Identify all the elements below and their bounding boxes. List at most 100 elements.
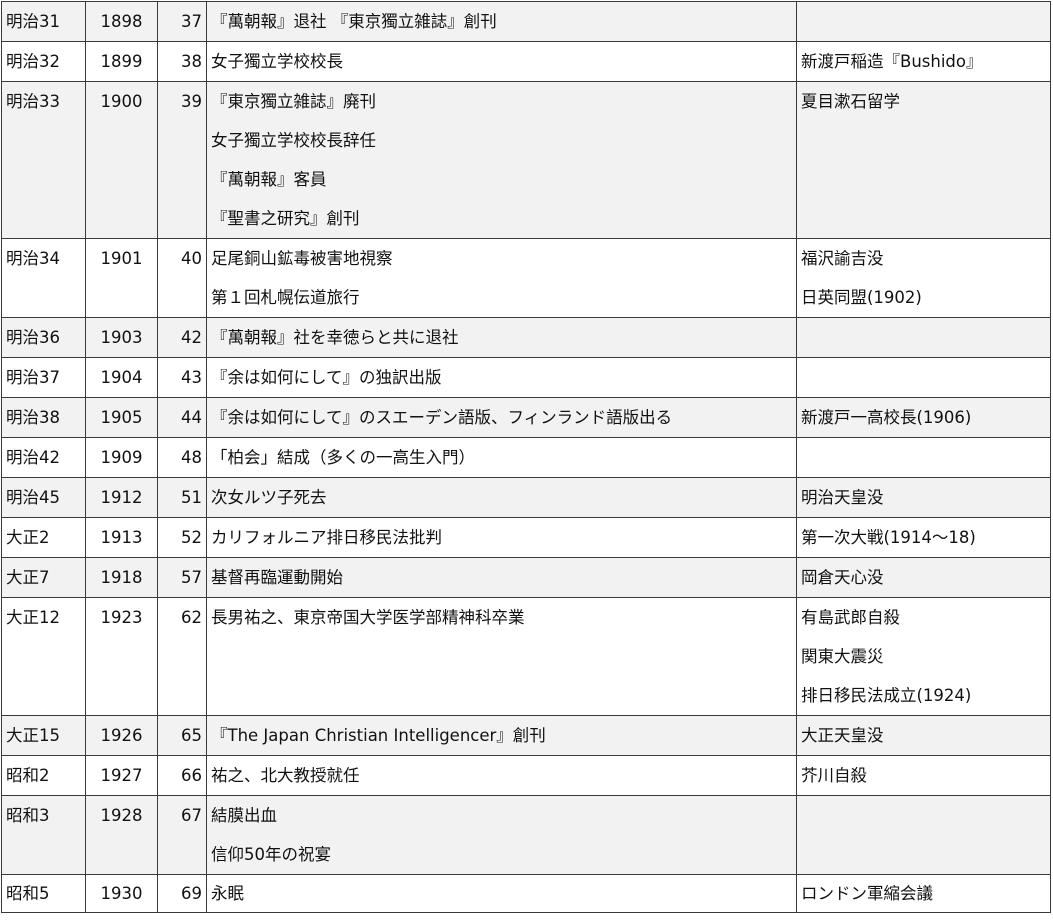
age-cell-text: 51 — [181, 488, 202, 507]
event-line: 次女ルツ子死去 — [211, 488, 327, 507]
year-cell-text: 1928 — [100, 806, 143, 825]
event-line: 祐之、北大教授就任 — [211, 766, 360, 785]
table-row: 明治36 1903 42 『萬朝報』社を幸徳らと共に退社 — [1, 317, 1051, 358]
event-cell: 『萬朝報』社を幸徳らと共に退社 — [206, 317, 797, 358]
era-cell: 明治37 — [1, 357, 86, 398]
era-cell: 明治45 — [1, 477, 86, 518]
table-row: 明治37 1904 43 『余は如何にして』の独訳出版 — [1, 357, 1051, 398]
event-cell: 『余は如何にして』のスエーデン語版、フィンランド語版出る — [206, 397, 797, 438]
year-cell: 1898 — [85, 1, 158, 42]
event-cell: 『東京獨立雑誌』廃刊 女子獨立学校校長辞任 『萬朝報』客員『聖書之研究』創刊 — [206, 81, 797, 239]
event-line: 『東京獨立雑誌』廃刊 — [211, 92, 376, 111]
event-cell: 長男祐之、東京帝国大学医学部精神科卒業 — [206, 597, 797, 716]
event-line: 第１回札幌伝道旅行 — [211, 288, 360, 307]
era-cell-text: 明治37 — [6, 368, 60, 387]
era-cell-text: 大正7 — [6, 568, 50, 587]
age-cell: 66 — [157, 755, 207, 796]
age-cell: 44 — [157, 397, 207, 438]
year-cell: 1923 — [85, 597, 158, 716]
year-cell-text: 1903 — [100, 328, 143, 347]
table-row: 大正7 1918 57 基督再臨運動開始 岡倉天心没 — [1, 557, 1051, 598]
year-cell-text: 1923 — [100, 608, 143, 627]
world-event-line: 排日移民法成立(1924) — [801, 686, 972, 705]
era-cell-text: 大正2 — [6, 528, 50, 547]
age-cell: 42 — [157, 317, 207, 358]
table-row: 明治31 1898 37 『萬朝報』退社 『東京獨立雑誌』創刊 — [1, 1, 1051, 42]
era-cell: 明治32 — [1, 41, 86, 82]
era-cell-text: 明治31 — [6, 12, 60, 31]
table-row: 大正12 1923 62 長男祐之、東京帝国大学医学部精神科卒業 有島武郎自殺 関東大震災… — [1, 597, 1051, 716]
year-cell-text: 1913 — [100, 528, 143, 547]
world-event-cell: 岡倉天心没 — [796, 557, 1051, 598]
event-cell: 永眠 — [206, 874, 797, 913]
era-cell: 大正15 — [1, 715, 86, 756]
table-row: 明治45 1912 51 次女ルツ子死去 明治天皇没 — [1, 477, 1051, 518]
world-event-line: 新渡戸一高校長(1906) — [801, 408, 972, 427]
table-row: 明治38 1905 44 『余は如何にして』のスエーデン語版、フィンランド語版出る 新渡… — [1, 397, 1051, 438]
event-line: 『余は如何にして』の独訳出版 — [211, 368, 442, 387]
world-event-cell — [796, 317, 1051, 358]
year-cell-text: 1926 — [100, 726, 143, 745]
world-event-cell: 有島武郎自殺 関東大震災 排日移民法成立(1924) — [796, 597, 1051, 716]
era-cell: 明治33 — [1, 81, 86, 239]
year-cell-text: 1912 — [100, 488, 143, 507]
era-cell-text: 明治32 — [6, 52, 60, 71]
age-cell-text: 65 — [181, 726, 202, 745]
world-event-cell: ロンドン軍縮会議 — [796, 874, 1051, 913]
age-cell: 39 — [157, 81, 207, 239]
year-cell: 1918 — [85, 557, 158, 598]
age-cell-text: 38 — [181, 52, 202, 71]
year-cell: 1904 — [85, 357, 158, 398]
era-cell-text: 明治36 — [6, 328, 60, 347]
event-cell: 「柏会」結成（多くの一高生入門） — [206, 437, 797, 478]
age-cell-text: 40 — [181, 249, 202, 268]
world-event-line: 明治天皇没 — [801, 488, 884, 507]
year-cell: 1900 — [85, 81, 158, 239]
world-event-line: 芥川自殺 — [801, 766, 867, 785]
age-cell: 37 — [157, 1, 207, 42]
era-cell-text: 明治45 — [6, 488, 60, 507]
table-row: 昭和2 1927 66 祐之、北大教授就任 芥川自殺 — [1, 755, 1051, 796]
world-event-cell: 福沢諭吉没 日英同盟(1902) — [796, 238, 1051, 318]
era-cell: 明治42 — [1, 437, 86, 478]
year-cell-text: 1899 — [100, 52, 143, 71]
world-event-line: 福沢諭吉没 — [801, 249, 884, 268]
event-line: カリフォルニア排日移民法批判 — [211, 528, 442, 547]
event-line: 女子獨立学校校長辞任 — [211, 131, 376, 150]
event-line: 『聖書之研究』創刊 — [211, 209, 360, 228]
world-event-cell: 夏目漱石留学 — [796, 81, 1051, 239]
year-cell: 1930 — [85, 874, 158, 913]
year-cell: 1928 — [85, 795, 158, 875]
age-cell: 62 — [157, 597, 207, 716]
world-event-line: 新渡戸稲造『Bushido』 — [801, 52, 983, 71]
age-cell: 52 — [157, 517, 207, 558]
year-cell-text: 1901 — [100, 249, 143, 268]
event-line: 足尾銅山鉱毒被害地視察 — [211, 249, 393, 268]
world-event-cell: 明治天皇没 — [796, 477, 1051, 518]
world-event-cell — [796, 437, 1051, 478]
year-cell-text: 1898 — [100, 12, 143, 31]
event-cell: 女子獨立学校校長 — [206, 41, 797, 82]
event-line: 長男祐之、東京帝国大学医学部精神科卒業 — [211, 608, 525, 627]
era-cell: 明治38 — [1, 397, 86, 438]
age-cell-text: 43 — [181, 368, 202, 387]
event-line: 『萬朝報』退社 『東京獨立雑誌』創刊 — [211, 12, 497, 31]
era-cell-text: 昭和3 — [6, 806, 50, 825]
world-event-cell — [796, 357, 1051, 398]
world-event-line: ロンドン軍縮会議 — [801, 884, 933, 903]
era-cell-text: 明治42 — [6, 448, 60, 467]
era-cell: 大正12 — [1, 597, 86, 716]
world-event-cell: 大正天皇没 — [796, 715, 1051, 756]
world-event-line: 大正天皇没 — [801, 726, 884, 745]
year-cell-text: 1905 — [100, 408, 143, 427]
event-line: 『余は如何にして』のスエーデン語版、フィンランド語版出る — [211, 408, 673, 427]
age-cell: 65 — [157, 715, 207, 756]
event-line: 『萬朝報』客員 — [211, 170, 327, 189]
event-cell: 祐之、北大教授就任 — [206, 755, 797, 796]
era-cell: 大正7 — [1, 557, 86, 598]
world-event-cell — [796, 1, 1051, 42]
age-cell-text: 67 — [181, 806, 202, 825]
era-cell: 大正2 — [1, 517, 86, 558]
era-cell: 昭和5 — [1, 874, 86, 913]
year-cell: 1912 — [85, 477, 158, 518]
